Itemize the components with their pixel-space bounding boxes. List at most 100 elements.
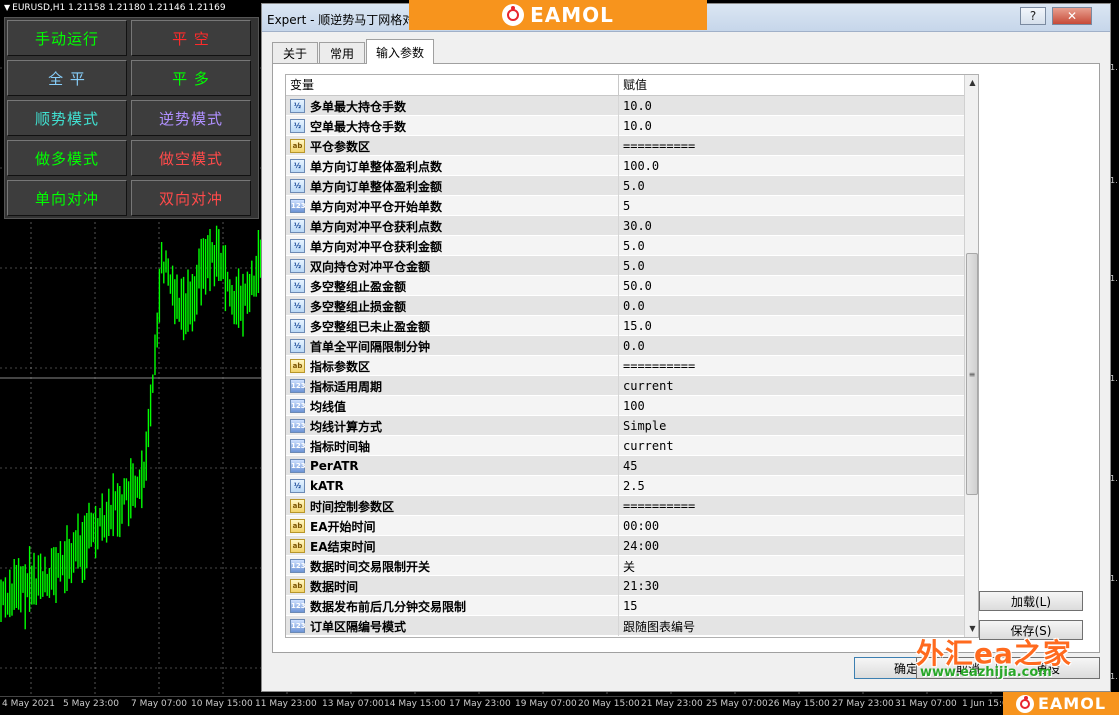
time-tick-label: 27 May 23:00 — [832, 699, 894, 709]
scrollbar-thumb[interactable]: ≡ — [966, 253, 978, 495]
parameter-name-cell: 123 订单区隔编号模式 — [286, 616, 618, 636]
parameter-value-cell[interactable]: 10.0 — [618, 96, 964, 116]
parameter-value-cell[interactable]: 关 — [618, 556, 964, 576]
double-type-icon: ½ — [290, 279, 305, 293]
parameter-value-cell[interactable]: 跟随图表编号 — [618, 616, 964, 636]
column-header-value[interactable]: 赋值 — [618, 75, 964, 96]
integer-type-icon: 123 — [290, 619, 306, 633]
watermark: 外汇ea之家 www.eazhijia.com — [916, 632, 1086, 684]
table-row[interactable]: ab 时间控制参数区 ========== — [286, 496, 964, 516]
tab-common-label: 常用 — [329, 46, 354, 61]
long-mode-button[interactable]: 做多模式 — [7, 140, 127, 176]
table-row[interactable]: 123 单方向对冲平仓开始单数 5 — [286, 196, 964, 216]
eamol-logo-bottom: EAMOL — [1003, 692, 1119, 715]
table-row[interactable]: 123 均线计算方式 Simple — [286, 416, 964, 436]
table-row[interactable]: ½ 单方向订单整体盈利金额 5.0 — [286, 176, 964, 196]
table-row[interactable]: 123 数据时间交易限制开关 关 — [286, 556, 964, 576]
parameter-value-cell[interactable]: current — [618, 436, 964, 456]
table-row[interactable]: 123 PerATR 45 — [286, 456, 964, 476]
vertical-scrollbar[interactable]: ▲ ≡ ▼ — [964, 75, 978, 637]
time-axis: 4 May 2021 5 May 23:00 7 May 07:00 10 May 1… — [0, 696, 1119, 715]
parameter-value-cell[interactable]: 00:00 — [618, 516, 964, 536]
table-row[interactable]: ab EA结束时间 24:00 — [286, 536, 964, 556]
table-row[interactable]: ab 数据时间 21:30 — [286, 576, 964, 596]
close-button[interactable]: ✕ — [1052, 7, 1092, 25]
parameter-value-cell[interactable]: ========== — [618, 136, 964, 156]
table-row[interactable]: 123 指标适用周期 current — [286, 376, 964, 396]
table-row[interactable]: 123 订单区隔编号模式 跟随图表编号 — [286, 616, 964, 636]
table-row[interactable]: ½ 多空整组止盈金额 50.0 — [286, 276, 964, 296]
parameter-value-cell[interactable]: 15 — [618, 596, 964, 616]
parameter-value-cell[interactable]: 0.0 — [618, 296, 964, 316]
tab-input-parameters[interactable]: 输入参数 — [366, 39, 434, 64]
one-way-hedge-button[interactable]: 单向对冲 — [7, 180, 127, 216]
counter-trend-mode-button[interactable]: 逆势模式 — [131, 100, 251, 136]
parameter-value-cell[interactable]: current — [618, 376, 964, 396]
table-header: 变量 赋值 — [286, 75, 964, 96]
table-row[interactable]: 123 指标时间轴 current — [286, 436, 964, 456]
table-row[interactable]: ½ 单方向对冲平仓获利金额 5.0 — [286, 236, 964, 256]
help-button[interactable]: ? — [1020, 7, 1046, 25]
close-long-button[interactable]: 平 多 — [131, 60, 251, 96]
parameter-value-cell[interactable]: Simple — [618, 416, 964, 436]
table-row[interactable]: ab 平仓参数区 ========== — [286, 136, 964, 156]
parameter-name-cell: ½ 空单最大持仓手数 — [286, 116, 618, 136]
parameter-value-cell[interactable]: 15.0 — [618, 316, 964, 336]
table-row[interactable]: ½ 单方向订单整体盈利点数 100.0 — [286, 156, 964, 176]
parameter-value-cell[interactable]: 10.0 — [618, 116, 964, 136]
time-tick-label: 20 May 15:00 — [578, 699, 640, 709]
parameter-name: 多空整组已未止盈金额 — [310, 319, 431, 334]
table-row[interactable]: ½ 单方向对冲平仓获利点数 30.0 — [286, 216, 964, 236]
time-tick-label: 25 May 07:00 — [706, 699, 768, 709]
table-row[interactable]: ½ kATR 2.5 — [286, 476, 964, 496]
parameter-name: PerATR — [310, 459, 359, 473]
parameter-value-cell[interactable]: 50.0 — [618, 276, 964, 296]
parameter-value-cell[interactable]: 100.0 — [618, 156, 964, 176]
tab-about[interactable]: 关于 — [272, 42, 318, 63]
parameter-value-cell[interactable]: 2.5 — [618, 476, 964, 496]
manual-run-button[interactable]: 手动运行 — [7, 20, 127, 56]
table-row[interactable]: ab 指标参数区 ========== — [286, 356, 964, 376]
parameter-value-cell[interactable]: 45 — [618, 456, 964, 476]
parameter-name: 单方向订单整体盈利点数 — [310, 159, 443, 174]
parameter-value-cell[interactable]: 5.0 — [618, 236, 964, 256]
table-row[interactable]: ½ 空单最大持仓手数 10.0 — [286, 116, 964, 136]
close-all-button[interactable]: 全 平 — [7, 60, 127, 96]
parameter-value-cell[interactable]: 24:00 — [618, 536, 964, 556]
parameter-value-cell[interactable]: 5.0 — [618, 256, 964, 276]
price-tick-label: 1. — [1110, 672, 1118, 681]
two-way-hedge-button[interactable]: 双向对冲 — [131, 180, 251, 216]
time-tick-label: 19 May 07:00 — [515, 699, 577, 709]
table-row[interactable]: ab EA开始时间 00:00 — [286, 516, 964, 536]
table-row[interactable]: ½ 双向持仓对冲平仓金额 5.0 — [286, 256, 964, 276]
eamol-logo-text-small: EAMOL — [1037, 694, 1107, 713]
trend-mode-button[interactable]: 顺势模式 — [7, 100, 127, 136]
table-row[interactable]: ½ 首单全平间隔限制分钟 0.0 — [286, 336, 964, 356]
table-row[interactable]: ½ 多空整组止损金额 0.0 — [286, 296, 964, 316]
parameter-value-cell[interactable]: ========== — [618, 356, 964, 376]
time-tick-label: 7 May 07:00 — [131, 699, 187, 709]
parameter-name-cell: 123 指标时间轴 — [286, 436, 618, 456]
table-row[interactable]: 123 数据发布前后几分钟交易限制 15 — [286, 596, 964, 616]
parameter-value-cell[interactable]: 100 — [618, 396, 964, 416]
parameter-value-cell[interactable]: ========== — [618, 496, 964, 516]
close-short-button[interactable]: 平 空 — [131, 20, 251, 56]
parameter-name: 多空整组止盈金额 — [310, 279, 407, 294]
parameter-value-cell[interactable]: 5 — [618, 196, 964, 216]
parameter-name-cell: ab EA结束时间 — [286, 536, 618, 556]
parameter-value-cell[interactable]: 21:30 — [618, 576, 964, 596]
parameter-name-cell: ½ 双向持仓对冲平仓金额 — [286, 256, 618, 276]
column-header-variable[interactable]: 变量 — [286, 75, 618, 96]
parameter-name: 多单最大持仓手数 — [310, 99, 407, 114]
table-row[interactable]: 123 均线值 100 — [286, 396, 964, 416]
parameter-value-cell[interactable]: 0.0 — [618, 336, 964, 356]
table-row[interactable]: ½ 多空整组已未止盈金额 15.0 — [286, 316, 964, 336]
string-type-icon: ab — [290, 539, 305, 553]
short-mode-button[interactable]: 做空模式 — [131, 140, 251, 176]
scroll-up-arrow-icon[interactable]: ▲ — [965, 75, 978, 90]
parameter-value-cell[interactable]: 5.0 — [618, 176, 964, 196]
table-row[interactable]: ½ 多单最大持仓手数 10.0 — [286, 96, 964, 116]
parameter-value-cell[interactable]: 30.0 — [618, 216, 964, 236]
load-button[interactable]: 加载(L) — [979, 591, 1083, 611]
tab-common[interactable]: 常用 — [319, 42, 365, 63]
